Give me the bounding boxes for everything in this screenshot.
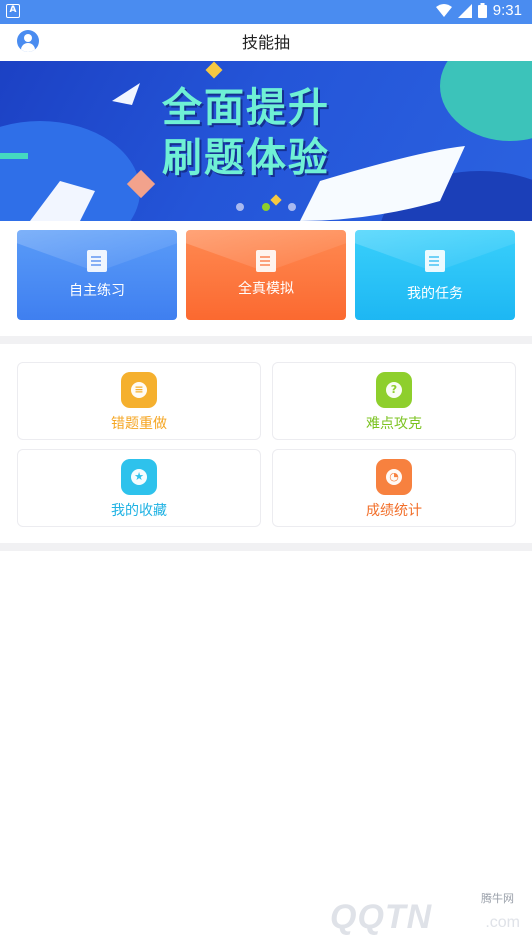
question-icon: ? (376, 372, 412, 408)
status-icons: 9:31 (435, 2, 522, 19)
pie-chart-icon: ◔ (376, 459, 412, 495)
banner-title: 全面提升 刷题体验 (162, 83, 372, 183)
score-stats-label: 成绩统计 (366, 503, 422, 519)
wifi-icon (435, 3, 452, 17)
question-glyph: ? (386, 382, 402, 398)
pie-glyph: ◔ (386, 469, 402, 485)
section-divider (0, 336, 532, 344)
my-tasks-card[interactable]: 我的任务 (355, 230, 515, 320)
promo-banner[interactable]: 全面提升 刷题体验 (0, 61, 532, 221)
signal-icon (457, 3, 472, 18)
score-stats-card[interactable]: ◔ 成绩统计 (272, 449, 516, 527)
redo-glyph: ≡ (131, 382, 147, 398)
avatar-body (21, 43, 35, 52)
my-tasks-label: 我的任务 (407, 286, 463, 302)
task-check-icon (425, 250, 445, 272)
favorites-label: 我的收藏 (111, 503, 167, 519)
battery-icon (477, 3, 487, 18)
status-time: 9:31 (492, 2, 522, 19)
practice-card[interactable]: 自主练习 (17, 230, 177, 320)
wrong-questions-label: 错题重做 (111, 416, 167, 432)
section-divider-bottom (0, 543, 532, 551)
edit-note-icon (87, 250, 107, 272)
difficult-points-label: 难点攻克 (366, 416, 422, 432)
favorites-card[interactable]: ★ 我的收藏 (17, 449, 261, 527)
user-avatar-icon[interactable] (17, 30, 39, 52)
watermark-small: 腾牛网 (481, 892, 514, 905)
banner-title-line1: 全面提升 (162, 84, 330, 131)
mock-exam-card[interactable]: 全真模拟 (186, 230, 346, 320)
redo-card-icon: ≡ (121, 372, 157, 408)
page-title: 技能抽 (241, 33, 290, 52)
mock-exam-label: 全真模拟 (238, 281, 294, 297)
banner-indicator-3[interactable] (288, 203, 296, 211)
difficult-points-card[interactable]: ? 难点攻克 (272, 362, 516, 440)
watermark-suffix: .com (485, 914, 520, 931)
banner-indicator-2[interactable] (262, 203, 270, 211)
practice-label: 自主练习 (69, 283, 125, 299)
scroll-icon (256, 250, 276, 272)
star-glyph: ★ (131, 469, 147, 485)
app-header: 技能抽 (0, 24, 532, 61)
watermark-brand: QQTN (330, 898, 433, 936)
avatar-head (24, 34, 32, 42)
star-icon: ★ (121, 459, 157, 495)
banner-title-line2: 刷题体验 (162, 134, 330, 181)
status-bar: A 9:31 (0, 0, 532, 24)
notification-icon: A (6, 4, 20, 18)
watermark: QQTN 腾牛网 .com (322, 890, 522, 940)
wrong-questions-card[interactable]: ≡ 错题重做 (17, 362, 261, 440)
banner-indicator-1[interactable] (236, 203, 244, 211)
